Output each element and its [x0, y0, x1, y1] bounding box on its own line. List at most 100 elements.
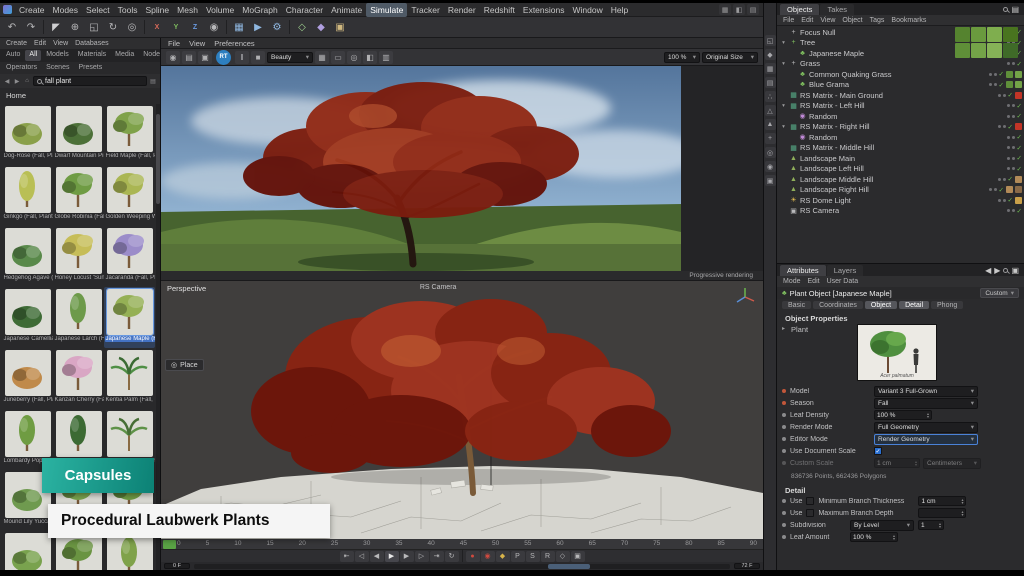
subdivision-level-input[interactable]: 1▴▾: [918, 520, 944, 530]
filter-icon[interactable]: ▤: [1011, 5, 1019, 14]
size-mode-dropdown[interactable]: Original Size▾: [702, 52, 758, 63]
editor-visibility-dot[interactable]: [989, 188, 992, 191]
layout-split-icon[interactable]: ◧: [733, 4, 745, 15]
object-row[interactable]: ▾+Grass✓: [777, 59, 1024, 70]
asset-plant[interactable]: Japanese Larch (Fall, Plant): [53, 287, 104, 348]
editor-visibility-dot[interactable]: [1007, 62, 1010, 65]
record-position-icon[interactable]: P: [511, 551, 525, 562]
editor-visibility-dot[interactable]: [998, 94, 1001, 97]
asset-plant[interactable]: Jacaranda (Fall, Plant): [104, 226, 155, 287]
category-tab-phong[interactable]: Phong: [931, 301, 963, 309]
detail-maximum-branch-depth-input[interactable]: ▴▾: [918, 508, 966, 518]
viewport-label[interactable]: Perspective: [167, 284, 206, 293]
redo-icon[interactable]: ↷: [22, 18, 40, 36]
objects-menu-object[interactable]: Object: [842, 17, 862, 23]
enabled-check[interactable]: ✓: [1008, 175, 1013, 183]
polygons-mode-icon[interactable]: ▲: [765, 119, 776, 130]
object-row[interactable]: ▲Landscape Left Hill✓: [777, 164, 1024, 175]
objects-tab-takes[interactable]: Takes: [820, 4, 854, 15]
texture-tag[interactable]: [1015, 197, 1022, 204]
category-tab-basic[interactable]: Basic: [782, 301, 811, 309]
object-row[interactable]: ☀RS Dome Light✓: [777, 195, 1024, 206]
asset-scrollbar[interactable]: [156, 104, 160, 570]
asset-tab-materials[interactable]: Materials: [74, 50, 110, 61]
texture-tag[interactable]: [1015, 176, 1022, 183]
model-mode-icon[interactable]: ◆: [765, 49, 776, 60]
enabled-check[interactable]: ✓: [1008, 196, 1013, 204]
field-leaf-density-input[interactable]: 100 %▴▾: [874, 410, 932, 420]
menu-create[interactable]: Create: [15, 3, 49, 17]
render-visibility-dot[interactable]: [994, 73, 997, 76]
animation-dot[interactable]: [782, 437, 786, 441]
editor-visibility-dot[interactable]: [998, 199, 1001, 202]
asset-plant[interactable]: Hedgehog Agave (Fall, Plant): [2, 226, 53, 287]
record-active-objects-icon[interactable]: ●: [466, 551, 480, 562]
search-icon[interactable]: [1003, 268, 1008, 273]
last-tool-icon[interactable]: ◎: [123, 18, 141, 36]
play-forwards-icon[interactable]: ▶: [385, 551, 399, 562]
expand-icon[interactable]: ▾: [780, 40, 787, 46]
render-visibility-dot[interactable]: [1012, 104, 1015, 107]
texture-tag[interactable]: [1015, 71, 1022, 78]
field-use-document-scale-checkbox[interactable]: ✓: [874, 447, 882, 455]
lock-icon[interactable]: ▣: [1011, 266, 1019, 275]
enabled-check[interactable]: ✓: [1017, 144, 1022, 152]
asset-menu-create[interactable]: Create: [6, 40, 27, 47]
generators-icon[interactable]: ◇: [293, 18, 311, 36]
axis-x-icon[interactable]: X: [148, 18, 166, 36]
asset-plant[interactable]: [2, 531, 53, 570]
enabled-check[interactable]: ✓: [999, 186, 1004, 194]
unit-dropdown[interactable]: Centimeters▾: [923, 458, 981, 469]
object-row[interactable]: ◉Random✓: [777, 132, 1024, 143]
asset-plant[interactable]: Kanzan Cherry (Fall, Plant): [53, 348, 104, 409]
asset-subtab-presets[interactable]: Presets: [74, 63, 106, 73]
menu-render[interactable]: Render: [444, 3, 480, 17]
aov-dropdown[interactable]: Beauty▾: [267, 52, 313, 63]
undo-icon[interactable]: ↶: [3, 18, 21, 36]
asset-tab-all[interactable]: All: [25, 50, 41, 61]
material-thumbnails[interactable]: [955, 27, 1021, 58]
material-thumb[interactable]: [1003, 43, 1018, 58]
record-parameter-icon[interactable]: ◇: [556, 551, 570, 562]
asset-plant[interactable]: Kentia Palm (Fall, Plant): [104, 348, 155, 409]
field-render-mode-dropdown[interactable]: Full Geometry▾: [874, 422, 978, 433]
forward-icon[interactable]: ▶: [13, 78, 21, 85]
render-visibility-dot[interactable]: [1003, 199, 1006, 202]
use-checkbox[interactable]: [806, 509, 814, 517]
render-visibility-dot[interactable]: [994, 83, 997, 86]
menu-select[interactable]: Select: [82, 3, 114, 17]
attributes-tab-layers[interactable]: Layers: [827, 265, 864, 276]
editor-visibility-dot[interactable]: [1007, 136, 1010, 139]
object-row[interactable]: ◉Random✓: [777, 111, 1024, 122]
asset-plant[interactable]: Japanese Maple (Fall, Plant): [104, 287, 155, 348]
editor-visibility-dot[interactable]: [1007, 157, 1010, 160]
objects-menu-view[interactable]: View: [820, 17, 835, 23]
render-menu-view[interactable]: View: [189, 39, 205, 47]
texture-tag[interactable]: [1015, 186, 1022, 193]
enabled-check[interactable]: ✓: [1017, 207, 1022, 215]
render-visibility-dot[interactable]: [1012, 62, 1015, 65]
editor-visibility-dot[interactable]: [989, 83, 992, 86]
expand-icon[interactable]: ▾: [780, 61, 787, 67]
playhead[interactable]: [163, 540, 176, 549]
layout-standard-icon[interactable]: ▦: [719, 4, 731, 15]
viewport-solo-icon[interactable]: ◎: [765, 147, 776, 158]
asset-tab-models[interactable]: Models: [42, 50, 73, 61]
make-editable-icon[interactable]: ◱: [765, 35, 776, 46]
aov-toggle-icon[interactable]: ▥: [379, 51, 393, 64]
asset-menu-view[interactable]: View: [53, 40, 68, 47]
field-model-dropdown[interactable]: Variant 3 Full-Grown▾: [874, 386, 978, 397]
object-row[interactable]: ▦RS Matrix - Middle Hill✓: [777, 143, 1024, 154]
editor-visibility-dot[interactable]: [998, 125, 1001, 128]
object-row[interactable]: ▲Landscape Right Hill✓: [777, 185, 1024, 196]
object-row[interactable]: ♣Common Quaking Grass✓: [777, 69, 1024, 80]
asset-plant[interactable]: Golden Weeping Willow (Fall, Plant): [104, 165, 155, 226]
texture-tag[interactable]: [1015, 123, 1022, 130]
field-editor-mode-dropdown[interactable]: Render Geometry▾: [874, 434, 978, 445]
render-visibility-dot[interactable]: [1003, 178, 1006, 181]
rotate-icon[interactable]: ↻: [104, 18, 122, 36]
home-icon[interactable]: ⌂: [23, 78, 31, 84]
expand-icon[interactable]: ▾: [780, 103, 787, 109]
asset-plant[interactable]: Field Maple (Fall, Plant): [104, 104, 155, 165]
objects-menu-tags[interactable]: Tags: [870, 17, 885, 23]
